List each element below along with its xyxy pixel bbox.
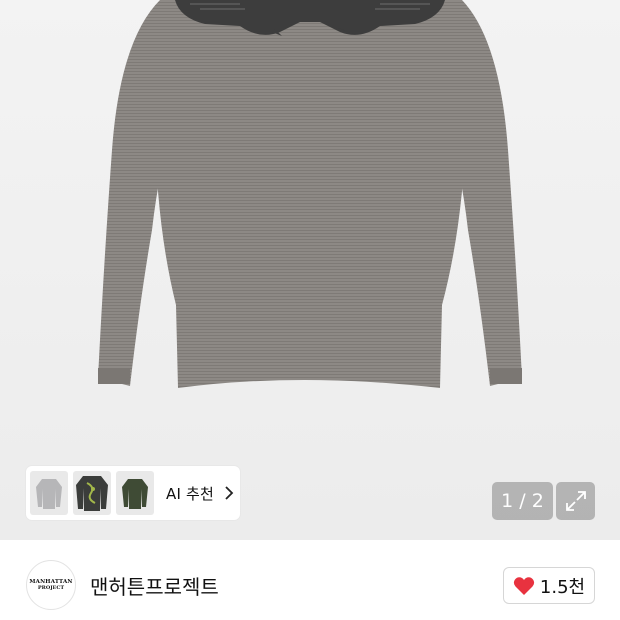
chevron-right-icon — [224, 486, 234, 500]
brand-logo[interactable]: MANHATTAN PROJECT — [26, 560, 76, 610]
expand-button[interactable] — [556, 482, 595, 520]
olive-tee-icon — [122, 479, 148, 509]
brand-name[interactable]: 맨허튼프로젝트 — [90, 571, 219, 600]
like-count: 1.5천 — [539, 576, 586, 598]
ai-recommend-card[interactable]: AI 추천 — [26, 466, 240, 520]
recommend-thumbnail-graphic-tee[interactable] — [73, 471, 111, 515]
store-bar: MANHATTAN PROJECT 맨허튼프로젝트 1.5천 — [0, 540, 620, 620]
graphic-tee-icon — [76, 476, 108, 511]
light-sweater-icon — [36, 479, 62, 509]
recommend-thumbnail-light-sweater[interactable] — [30, 471, 68, 515]
ai-recommend-label: AI 추천 — [166, 484, 215, 503]
brand-logo-subtext: PROJECT — [37, 585, 65, 591]
gallery-page-indicator: 1 / 2 — [492, 482, 553, 520]
product-image — [98, 0, 522, 388]
like-button[interactable]: 1.5천 — [503, 567, 595, 604]
recommend-thumbnail-olive-tee[interactable] — [116, 471, 154, 515]
product-image-viewer[interactable]: AI 추천 1 / 2 — [0, 0, 620, 540]
expand-icon — [565, 491, 586, 511]
heart-icon — [513, 576, 535, 595]
